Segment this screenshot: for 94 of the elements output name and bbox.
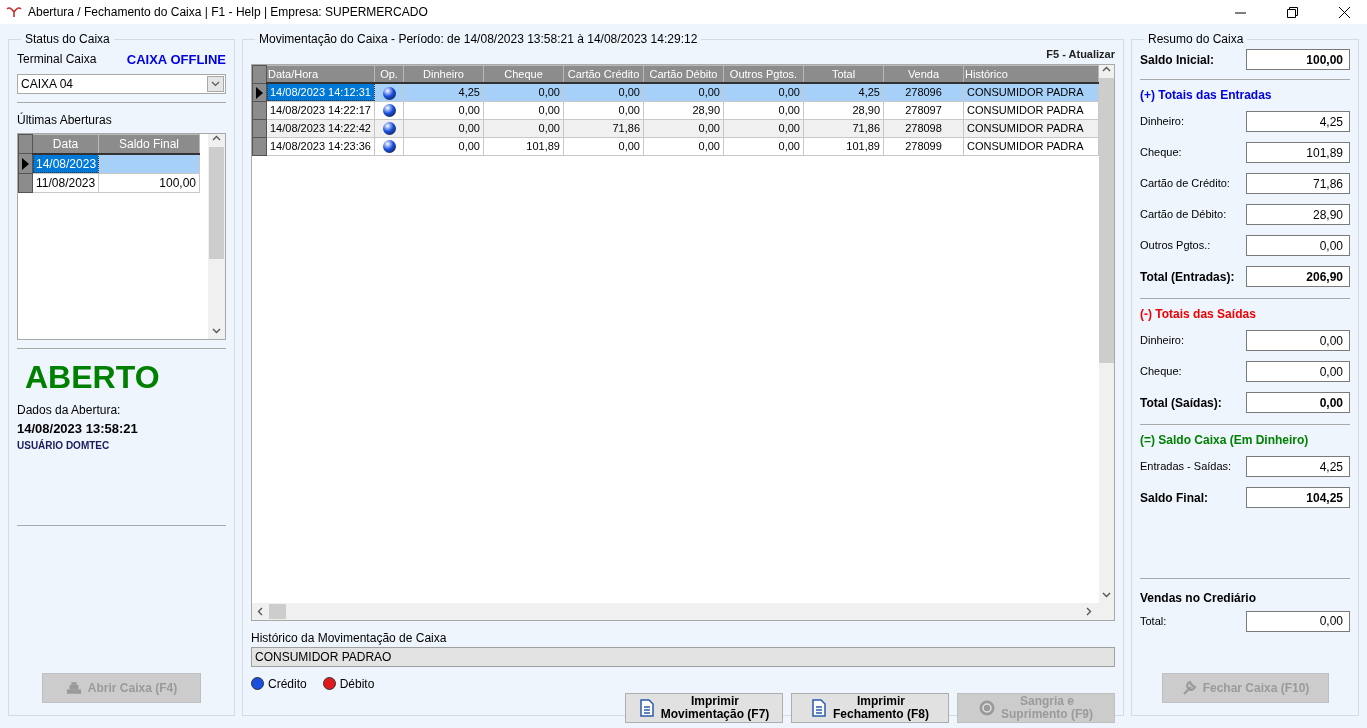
panel-title: Resumo do Caixa bbox=[1147, 32, 1245, 46]
table-row[interactable]: 14/08/2023 14:23:36 0,00 101,89 0,00 0,00 0,00 101,89 278099 CONSUMIDOR PADRA bbox=[252, 137, 1099, 156]
field-label: Saldo Final: bbox=[1140, 489, 1208, 507]
field-label: Outros Pgtos.: bbox=[1140, 238, 1211, 254]
table-cell: 28,90 bbox=[643, 101, 724, 120]
document-icon bbox=[811, 698, 827, 717]
opening-datetime: 14/08/2023 13:58:21 bbox=[17, 419, 139, 438]
table-cell: 0,00 bbox=[403, 101, 484, 120]
table-cell: 100,00 bbox=[98, 173, 200, 192]
maximize-icon[interactable] bbox=[1286, 6, 1298, 18]
table-row[interactable]: 14/08/2023 14:22:17 0,00 0,00 0,00 28,90 0,00 28,90 278097 CONSUMIDOR PADRA bbox=[252, 101, 1099, 120]
legend-label: Crédito bbox=[268, 675, 307, 693]
vertical-scrollbar[interactable] bbox=[1099, 64, 1114, 603]
print-button[interactable]: Imprimir Fechamento (F8) bbox=[791, 692, 949, 723]
value-field[interactable]: 4,25 bbox=[1246, 111, 1350, 132]
table-cell: 14/08/2023 14:22:17 bbox=[266, 101, 375, 120]
panel-title: Status do Caixa bbox=[24, 32, 111, 46]
field-label: Terminal Caixa bbox=[17, 51, 97, 68]
table-row[interactable]: 14/08/2023 14:12:31 4,25 0,00 0,00 0,00 0,00 4,25 278096 CONSUMIDOR PADRA bbox=[252, 83, 1099, 102]
value-field[interactable]: 0,00 bbox=[1246, 235, 1350, 256]
field-label: Dinheiro: bbox=[1140, 114, 1185, 130]
table-cell: 0,00 bbox=[403, 137, 484, 156]
table-row[interactable]: 14/08/2023 14:22:42 0,00 0,00 71,86 0,00 0,00 71,86 278098 CONSUMIDOR PADRA bbox=[252, 119, 1099, 138]
document-icon bbox=[638, 698, 655, 717]
field-label: Cartão de Crédito: bbox=[1140, 176, 1230, 192]
connection-status: CAIXA OFFLINE bbox=[126, 51, 226, 69]
credit-ball-icon bbox=[382, 140, 396, 154]
app-logo-icon bbox=[6, 6, 22, 18]
value-field[interactable]: 0,00 bbox=[1246, 330, 1350, 351]
window-title: Abertura / Fechamento do Caixa | F1 - Help | Empresa: SUPERMERCADO bbox=[28, 5, 428, 19]
table-cell: 278097 bbox=[883, 101, 964, 120]
value-field[interactable]: 0,00 bbox=[1246, 361, 1350, 382]
table-cell: 0,00 bbox=[563, 137, 644, 156]
value-field[interactable]: 100,00 bbox=[1246, 49, 1350, 70]
panel-title: Movimentação do Caixa - Período: de 14/08/2023 13:58:21 à 14/08/2023 14:29:12 bbox=[258, 32, 699, 46]
value-field[interactable]: 71,86 bbox=[1246, 173, 1350, 194]
vertical-scrollbar[interactable] bbox=[208, 133, 225, 339]
table-cell: CONSUMIDOR PADRA bbox=[963, 101, 1099, 120]
value-field[interactable]: 104,25 bbox=[1246, 487, 1350, 508]
scroll-thumb[interactable] bbox=[269, 603, 286, 619]
value-field[interactable]: 4,25 bbox=[1246, 456, 1350, 477]
terminal-select[interactable]: CAIXA 04 bbox=[17, 73, 226, 94]
table-cell: CONSUMIDOR PADRA bbox=[963, 137, 1099, 156]
field-label: Histórico da Movimentação de Caixa bbox=[251, 629, 448, 647]
coin-icon bbox=[979, 698, 995, 717]
field-label: Total (Entradas): bbox=[1140, 268, 1235, 286]
close-icon[interactable] bbox=[1338, 6, 1350, 18]
legend-label: Débito bbox=[339, 675, 375, 693]
field-label: Entradas - Saídas: bbox=[1140, 459, 1232, 475]
scroll-thumb[interactable] bbox=[1099, 77, 1114, 363]
field-label: Dados da Abertura: bbox=[17, 401, 122, 419]
field-label: Cheque: bbox=[1140, 145, 1182, 161]
section-heading: (+) Totais das Entradas bbox=[1140, 87, 1273, 104]
value-field[interactable]: 101,89 bbox=[1246, 142, 1350, 163]
field-label: Saldo Inicial: bbox=[1140, 51, 1214, 69]
table-cell: 11/08/2023 bbox=[32, 173, 99, 192]
refresh-hint: F5 - Atualizar bbox=[1046, 47, 1115, 62]
field-label: Cartão de Débito: bbox=[1140, 207, 1227, 223]
table-cell: 0,00 bbox=[643, 137, 724, 156]
table-row[interactable]: 11/08/2023 100,00 bbox=[18, 173, 200, 192]
value-field[interactable]: 0,00 bbox=[1246, 610, 1350, 632]
table-cell: 28,90 bbox=[803, 101, 884, 120]
table-cell: 0,00 bbox=[723, 101, 804, 120]
scroll-thumb[interactable] bbox=[209, 146, 224, 259]
section-heading: Vendas no Crediário bbox=[1140, 590, 1258, 607]
table-cell: 0,00 bbox=[563, 101, 644, 120]
value-field[interactable]: 0,00 bbox=[1246, 392, 1350, 413]
credit-ball-icon bbox=[382, 86, 396, 100]
table-cell: 14/08/2023 14:23:36 bbox=[266, 137, 375, 156]
table-cell: 0,00 bbox=[483, 101, 564, 120]
row-pointer-icon bbox=[19, 156, 31, 173]
field-label: Total: bbox=[1140, 613, 1167, 629]
section-heading: (=) Saldo Caixa (Em Dinheiro) bbox=[1140, 432, 1310, 449]
section-heading: (-) Totais das Saídas bbox=[1140, 306, 1257, 323]
table-cell: 0,00 bbox=[723, 137, 804, 156]
table-cell: 101,89 bbox=[803, 137, 884, 156]
history-field[interactable]: CONSUMIDOR PADRAO bbox=[251, 646, 1115, 667]
row-pointer-icon bbox=[253, 84, 265, 101]
field-label: Cheque: bbox=[1140, 364, 1182, 380]
horizontal-scrollbar[interactable] bbox=[252, 602, 1114, 620]
section-label: Últimas Aberturas bbox=[17, 111, 113, 129]
value-field[interactable]: 206,90 bbox=[1246, 266, 1350, 287]
table-cell: 278099 bbox=[883, 137, 964, 156]
value-field[interactable]: 28,90 bbox=[1246, 204, 1350, 225]
cash-status: ABERTO bbox=[25, 358, 161, 395]
print-button[interactable]: Imprimir Movimentação (F7) bbox=[625, 692, 783, 723]
cash-register-icon bbox=[65, 679, 82, 697]
field-label: Total (Saídas): bbox=[1140, 394, 1222, 412]
field-label: Dinheiro: bbox=[1140, 333, 1185, 349]
credit-ball-icon bbox=[382, 122, 396, 136]
table-cell: 101,89 bbox=[483, 137, 564, 156]
table-cell: 14/08/2023 14:12:31 bbox=[266, 83, 375, 102]
credit-ball-icon bbox=[382, 104, 396, 118]
opening-user: USUÁRIO DOMTEC bbox=[17, 438, 111, 453]
